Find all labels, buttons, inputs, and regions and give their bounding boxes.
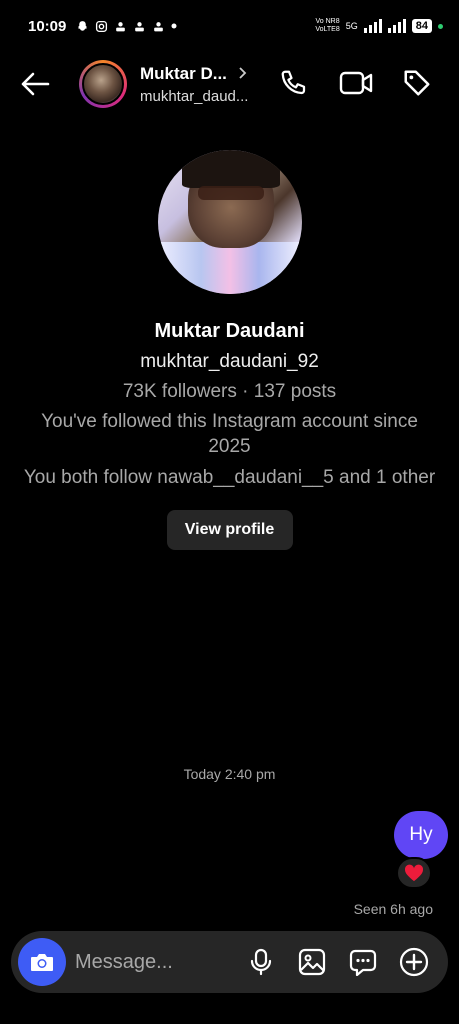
profile-stats: 73K followers · 137 posts [122, 381, 337, 402]
gallery-button[interactable] [294, 944, 330, 980]
back-button[interactable] [18, 68, 52, 100]
camera-button[interactable] [18, 938, 66, 986]
camera-icon [31, 954, 53, 971]
heart-icon [404, 864, 424, 882]
followed-since-text: You've followed this Instagram account s… [41, 411, 418, 457]
voice-message-button[interactable] [243, 944, 279, 980]
profile-username: mukhtar_daudani_92 [140, 351, 319, 372]
chat-bubble-icon [349, 949, 377, 976]
system-icons: Vo NR8 VoLTE8 5G 84 [315, 18, 443, 34]
message-reaction[interactable] [396, 857, 432, 889]
network-label-top: Vo NR8 [315, 18, 340, 25]
microphone-icon [250, 948, 272, 976]
plus-circle-icon [399, 947, 429, 977]
signal-strength-icon [363, 19, 382, 33]
mutual-followers-text: You both follow nawab__daudani__5 and 1 … [23, 467, 436, 488]
header-username: mukhtar_daud... [140, 88, 249, 105]
status-bar: 10:09 Vo NR8 VoLTE8 5G 84 [0, 0, 459, 52]
chevron-right-icon [239, 66, 247, 82]
app-notification-icon [133, 20, 146, 33]
status-time: 10:09 [28, 17, 67, 35]
chat-header: Muktar D... mukhtar_daud... [0, 52, 459, 116]
audio-call-button[interactable] [277, 66, 311, 100]
message-timestamp: Today 2:40 pm [183, 766, 276, 782]
profile-avatar[interactable] [157, 150, 302, 294]
tag-icon [404, 70, 430, 96]
app-notification-icon [114, 20, 127, 33]
message-composer [11, 931, 448, 993]
video-camera-icon [339, 71, 373, 95]
instagram-icon [95, 20, 108, 33]
sticker-button[interactable] [345, 944, 381, 980]
seen-status: Seen 6h ago [353, 901, 433, 917]
profile-card: Muktar Daudani mukhtar_daudani_92 73K fo… [0, 150, 459, 550]
network-label-bottom: VoLTE8 [315, 26, 340, 33]
tag-button[interactable] [400, 66, 434, 100]
video-call-button[interactable] [339, 66, 373, 100]
header-avatar[interactable] [79, 60, 127, 108]
view-profile-button[interactable]: View profile [166, 510, 293, 550]
signal-strength-icon [387, 19, 406, 33]
network-label: Vo NR8 VoLTE8 [315, 18, 339, 34]
snapchat-icon [76, 20, 89, 33]
network-type: 5G [345, 21, 358, 31]
app-notification-icon [152, 20, 165, 33]
more-notifications-dot-icon [171, 23, 177, 29]
message-input[interactable] [75, 947, 235, 977]
notification-icons [76, 20, 177, 33]
battery-indicator: 84 [411, 19, 432, 33]
header-name: Muktar D... [140, 64, 227, 83]
phone-icon [281, 70, 306, 95]
header-name-link[interactable]: Muktar D... [140, 64, 247, 84]
more-options-button[interactable] [396, 944, 432, 980]
profile-name: Muktar Daudani [154, 320, 305, 342]
arrow-left-icon [21, 72, 50, 96]
sent-message-bubble[interactable]: Hy [394, 811, 448, 859]
image-icon [298, 948, 326, 976]
privacy-dot-icon [438, 23, 443, 29]
